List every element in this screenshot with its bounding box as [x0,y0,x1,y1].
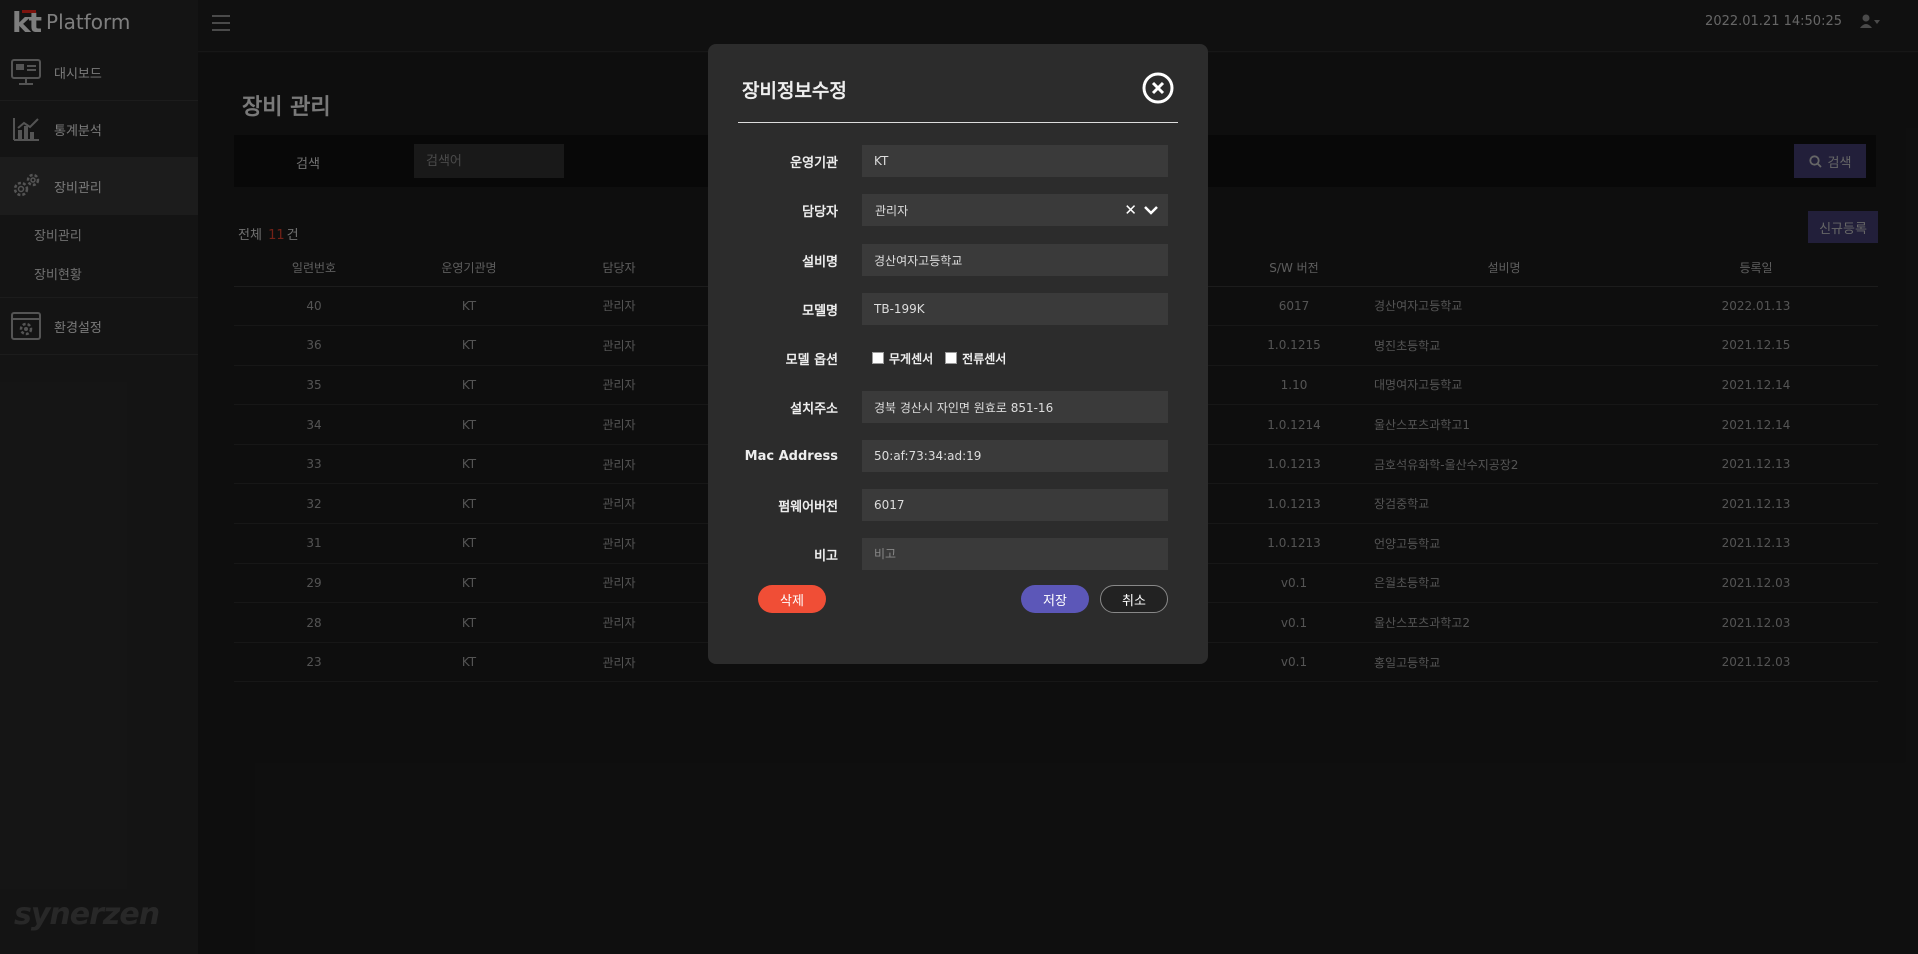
field-label: 비고 [814,548,838,564]
field-label: 설비명 [802,254,838,270]
field-label: 펌웨어버전 [778,499,838,515]
clear-icon[interactable]: ✕ [1124,201,1137,219]
field-row-options: 모델 옵션 무게센서 전류센서 [738,342,1168,374]
facility-name-field[interactable] [862,244,1168,276]
weight-sensor-checkbox[interactable] [872,352,884,364]
field-row-org: 운영기관 [738,145,1168,177]
field-label: 모델명 [802,303,838,319]
firmware-version-field[interactable] [862,489,1168,521]
edit-equipment-modal: 장비정보수정 운영기관 담당자 관리자 ✕ 설비명 [708,44,1208,664]
field-row-note: 비고 [738,538,1168,570]
mac-address-field[interactable] [862,440,1168,472]
current-sensor-option[interactable]: 전류센서 [945,350,1006,367]
field-row-address: 설치주소 [738,391,1168,423]
field-row-manager: 담당자 관리자 ✕ [738,194,1168,226]
field-label: 설치주소 [790,401,838,417]
address-field[interactable] [862,391,1168,423]
chevron-down-icon[interactable] [1143,202,1159,218]
field-row-facility: 설비명 [738,244,1168,276]
field-label: 운영기관 [790,155,838,171]
manager-select-value: 관리자 [875,203,909,218]
note-field[interactable] [862,538,1168,570]
field-label: Mac Address [744,448,838,464]
field-row-mac: Mac Address [738,440,1168,472]
modal-divider [738,122,1178,123]
model-options: 무게센서 전류센서 [872,350,1006,367]
field-label: 모델 옵션 [785,352,838,368]
close-icon[interactable] [1142,72,1174,104]
current-sensor-checkbox[interactable] [945,352,958,364]
cancel-button[interactable]: 취소 [1100,585,1168,613]
manager-select[interactable]: 관리자 ✕ [862,194,1168,226]
modal-backdrop[interactable]: 장비정보수정 운영기관 담당자 관리자 ✕ 설비명 [0,0,1918,954]
save-button[interactable]: 저장 [1021,585,1089,613]
field-label: 담당자 [802,204,838,220]
field-row-model: 모델명 [738,293,1168,325]
weight-sensor-option[interactable]: 무게센서 [872,350,933,367]
modal-title: 장비정보수정 [742,80,847,102]
delete-button[interactable]: 삭제 [758,585,826,613]
model-name-field[interactable] [862,293,1168,325]
org-field[interactable] [862,145,1168,177]
app: kt Platform 대시보드 통계분석 장비관리 장비관리 장비현황 환경설… [0,0,1918,954]
field-row-firmware: 펌웨어버전 [738,489,1168,521]
